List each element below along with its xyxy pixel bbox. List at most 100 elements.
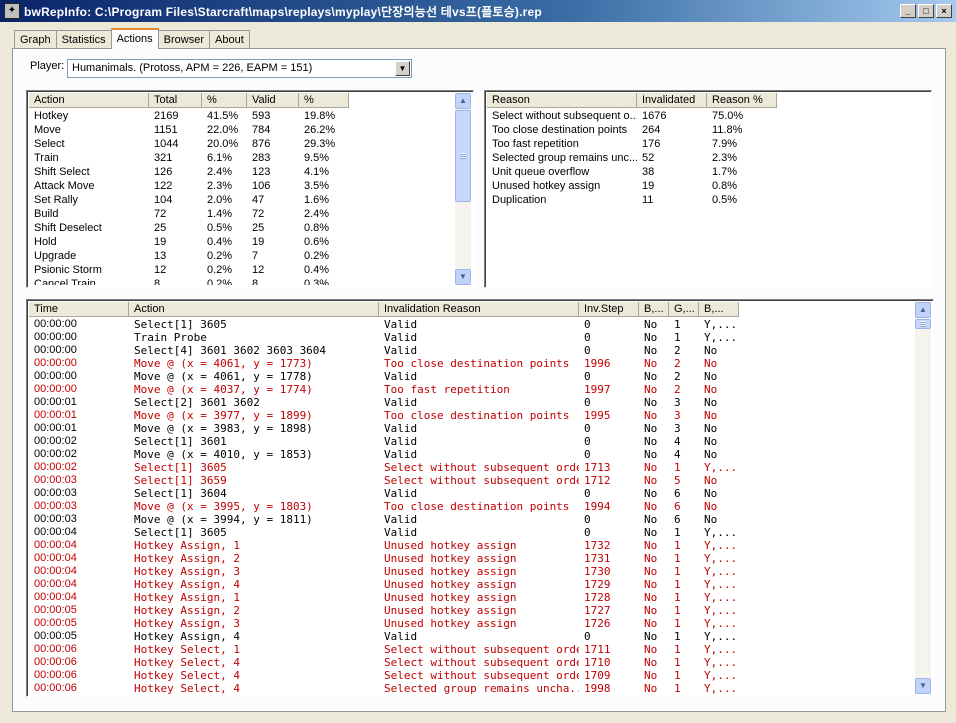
table-row[interactable]: 00:00:00 Select[4] 3601 3602 3603 3604 Val… — [29, 344, 915, 357]
table-row[interactable]: Duplication 11 0.5% — [487, 193, 929, 207]
table-row[interactable]: 00:00:04 Hotkey Assign, 3 Unused hotkey as… — [29, 565, 915, 578]
table-row[interactable]: 00:00:00 Train Probe Valid 0 No 1 Y,... — [29, 331, 915, 344]
table-row[interactable]: 00:00:00 Move @ (x = 4061, y = 1773) Too c… — [29, 357, 915, 370]
table-row[interactable]: 00:00:05 Hotkey Assign, 4 Valid 0 No 1 Y,... — [29, 630, 915, 643]
table-row[interactable]: 00:00:05 Hotkey Assign, 2 Unused hotkey as… — [29, 604, 915, 617]
table-row[interactable]: Select 1044 20.0% 876 29.3% — [29, 137, 455, 151]
table-row[interactable]: 00:00:03 Select[1] 3659 Select without sub… — [29, 474, 915, 487]
column-header[interactable]: % — [202, 93, 247, 108]
table-cell: 1997 — [584, 383, 611, 396]
table-row[interactable]: 00:00:03 Move @ (x = 3995, y = 1803) Too c… — [29, 500, 915, 513]
column-header[interactable]: Invalidated — [637, 93, 707, 108]
table-row[interactable]: 00:00:02 Select[1] 3605 Select without sub… — [29, 461, 915, 474]
column-header[interactable]: Reason % — [707, 93, 777, 108]
table-cell: No — [644, 435, 658, 448]
scroll-up-arrow-icon[interactable]: ▲ — [915, 302, 931, 318]
table-row[interactable]: Train 321 6.1% 283 9.5% — [29, 151, 455, 165]
table-row[interactable]: 00:00:02 Select[1] 3601 Valid 0 No 4 No — [29, 435, 915, 448]
reason-summary-list[interactable]: Reason Invalidated Reason % Select without… — [484, 90, 932, 288]
table-row[interactable]: 00:00:03 Move @ (x = 3994, y = 1811) Valid… — [29, 513, 915, 526]
player-select[interactable]: Humanimals. (Protoss, APM = 226, EAPM = … — [67, 59, 412, 78]
column-header[interactable]: B,... — [699, 302, 739, 317]
table-cell: 2 — [674, 357, 681, 370]
table-row[interactable]: Psionic Storm 12 0.2% 12 0.4% — [29, 263, 455, 277]
scroll-up-arrow-icon[interactable]: ▲ — [455, 93, 471, 109]
table-cell: 1.6% — [304, 194, 330, 206]
table-row[interactable]: 00:00:02 Move @ (x = 4010, y = 1853) Valid… — [29, 448, 915, 461]
column-header[interactable]: Reason — [487, 93, 637, 108]
scroll-down-arrow-icon[interactable]: ▼ — [455, 269, 471, 285]
table-row[interactable]: 00:00:00 Move @ (x = 4037, y = 1774) Too f… — [29, 383, 915, 396]
table-row[interactable]: Select without subsequent o... 1676 75.0% — [487, 109, 929, 123]
table-row[interactable]: Shift Select 126 2.4% 123 4.1% — [29, 165, 455, 179]
table-cell: 19 — [642, 180, 655, 192]
table-row[interactable]: Shift Deselect 25 0.5% 25 0.8% — [29, 221, 455, 235]
table-row[interactable]: 00:00:05 Hotkey Assign, 3 Unused hotkey as… — [29, 617, 915, 630]
table-cell: No — [644, 565, 658, 578]
table-row[interactable]: Selected group remains unc... 52 2.3% — [487, 151, 929, 165]
table-cell: 0 — [584, 331, 591, 344]
table-row[interactable]: 00:00:04 Select[1] 3605 Valid 0 No 1 Y,... — [29, 526, 915, 539]
column-header[interactable]: % — [299, 93, 349, 108]
table-row[interactable]: 00:00:04 Hotkey Assign, 2 Unused hotkey as… — [29, 552, 915, 565]
table-cell: 13 — [154, 250, 167, 262]
column-header[interactable]: Inv.Step — [579, 302, 639, 317]
table-row[interactable]: Unit queue overflow 38 1.7% — [487, 165, 929, 179]
table-row[interactable]: Cancel Train 8 0.2% 8 0.3% — [29, 277, 455, 285]
actions-summary-list[interactable]: Action Total% Valid% Hotkey 2169 41.5% 593 19.… — [26, 90, 474, 288]
column-header[interactable]: Total — [149, 93, 202, 108]
tab-actions[interactable]: Actions — [110, 28, 159, 49]
table-cell: 0 — [584, 487, 591, 500]
tab-graph[interactable]: Graph — [14, 30, 57, 49]
table-row[interactable]: 00:00:01 Move @ (x = 3983, y = 1898) Valid… — [29, 422, 915, 435]
table-row[interactable]: 00:00:00 Move @ (x = 4061, y = 1778) Valid… — [29, 370, 915, 383]
table-row[interactable]: Hold 19 0.4% 19 0.6% — [29, 235, 455, 249]
chevron-down-icon[interactable]: ▼ — [395, 61, 410, 76]
table-row[interactable]: 00:00:04 Hotkey Assign, 4 Unused hotkey as… — [29, 578, 915, 591]
table-cell: Hotkey Assign, 2 — [134, 604, 240, 617]
table-row[interactable]: Too close destination points 264 11.8% — [487, 123, 929, 137]
table-row[interactable]: 00:00:04 Hotkey Assign, 1 Unused hotkey as… — [29, 539, 915, 552]
column-header[interactable]: Time — [29, 302, 129, 317]
table-row[interactable]: Build 72 1.4% 72 2.4% — [29, 207, 455, 221]
table-row[interactable]: 00:00:06 Hotkey Select, 1 Select without s… — [29, 643, 915, 656]
table-row[interactable]: Unused hotkey assign 19 0.8% — [487, 179, 929, 193]
column-header[interactable]: B,... — [639, 302, 669, 317]
actions-summary-scrollbar[interactable]: ▲ ▼ — [455, 93, 471, 285]
table-row[interactable]: 00:00:06 Hotkey Select, 4 Selected group r… — [29, 682, 915, 694]
column-header[interactable]: Action — [29, 93, 149, 108]
scrollbar-thumb[interactable] — [455, 110, 471, 202]
table-row[interactable]: 00:00:06 Hotkey Select, 4 Select without s… — [29, 669, 915, 682]
minimize-button[interactable]: _ — [900, 4, 916, 18]
table-cell: 1994 — [584, 500, 611, 513]
column-header[interactable]: Invalidation Reason — [379, 302, 579, 317]
table-row[interactable]: Upgrade 13 0.2% 7 0.2% — [29, 249, 455, 263]
maximize-button[interactable]: □ — [918, 4, 934, 18]
tab-about[interactable]: About — [209, 30, 250, 49]
action-log-scrollbar[interactable]: ▲ ▼ — [915, 302, 931, 694]
table-row[interactable]: Move 1151 22.0% 784 26.2% — [29, 123, 455, 137]
tab-statistics[interactable]: Statistics — [55, 30, 112, 49]
action-log-list[interactable]: Time Action Invalidation Reason Inv.Step B,.… — [26, 299, 934, 697]
column-header[interactable]: Valid — [247, 93, 299, 108]
table-row[interactable]: 00:00:06 Hotkey Select, 4 Select without s… — [29, 656, 915, 669]
scrollbar-thumb[interactable] — [915, 319, 931, 329]
table-row[interactable]: 00:00:04 Hotkey Assign, 1 Unused hotkey as… — [29, 591, 915, 604]
column-header[interactable]: G,... — [669, 302, 699, 317]
table-row[interactable]: 00:00:00 Select[1] 3605 Valid 0 No 1 Y,... — [29, 318, 915, 331]
table-row[interactable]: 00:00:03 Select[1] 3604 Valid 0 No 6 No — [29, 487, 915, 500]
table-row[interactable]: Set Rally 104 2.0% 47 1.6% — [29, 193, 455, 207]
table-row[interactable]: Too fast repetition 176 7.9% — [487, 137, 929, 151]
scroll-down-arrow-icon[interactable]: ▼ — [915, 678, 931, 694]
tab-browser[interactable]: Browser — [157, 30, 211, 49]
table-row[interactable]: Attack Move 122 2.3% 106 3.5% — [29, 179, 455, 193]
app-icon[interactable]: ✦ — [4, 3, 20, 19]
table-row[interactable]: Hotkey 2169 41.5% 593 19.8% — [29, 109, 455, 123]
table-cell: 2.4% — [207, 166, 233, 178]
table-cell: 104 — [154, 194, 173, 206]
column-header[interactable]: Action — [129, 302, 379, 317]
table-row[interactable]: 00:00:01 Select[2] 3601 3602 Valid 0 No 3 No — [29, 396, 915, 409]
close-button[interactable]: × — [936, 4, 952, 18]
table-row[interactable]: 00:00:01 Move @ (x = 3977, y = 1899) Too c… — [29, 409, 915, 422]
table-cell: 00:00:00 — [34, 370, 77, 382]
